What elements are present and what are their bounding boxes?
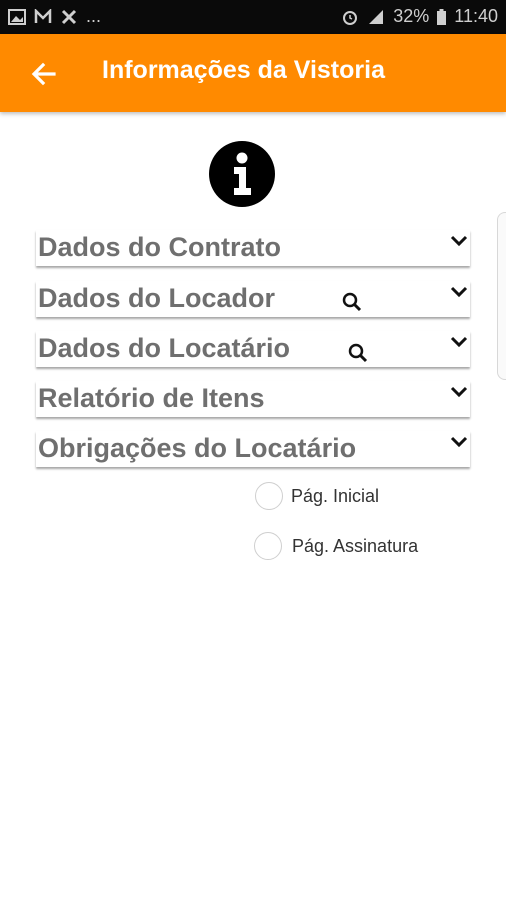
arrow-left-icon[interactable] bbox=[28, 58, 60, 90]
option-label: Pág. Assinatura bbox=[292, 535, 419, 556]
chevron-down-icon bbox=[450, 386, 468, 398]
battery-icon bbox=[437, 8, 447, 25]
section-obrigacoes-do-locatario[interactable]: Obrigações do Locatário bbox=[36, 431, 470, 467]
chevron-down-icon bbox=[450, 286, 468, 298]
radio-button[interactable] bbox=[254, 532, 282, 560]
section-dados-do-locador[interactable]: Dados do Locador bbox=[36, 281, 470, 317]
section-label: Dados do Contrato bbox=[38, 232, 281, 262]
info-icon bbox=[209, 141, 275, 207]
section-label: Dados do Locatário bbox=[38, 333, 291, 363]
status-bar: ... 32% 11:40 bbox=[0, 0, 506, 34]
search-icon[interactable] bbox=[348, 343, 368, 363]
signal-icon bbox=[369, 9, 384, 24]
section-relatorio-de-itens[interactable]: Relatório de Itens bbox=[36, 381, 470, 417]
section-label: Obrigações do Locatário bbox=[38, 433, 357, 463]
section-dados-do-locatario[interactable]: Dados do Locatário bbox=[36, 331, 470, 367]
app-bar: Informações da Vistoria bbox=[0, 34, 506, 112]
battery-level: 32% bbox=[393, 6, 430, 26]
notification-ellipsis: ... bbox=[86, 6, 102, 26]
chevron-down-icon bbox=[450, 235, 468, 247]
page-title: Informações da Vistoria bbox=[102, 56, 385, 84]
option-pag-inicial[interactable]: Pág. Inicial bbox=[255, 482, 379, 510]
gallery-icon bbox=[8, 8, 26, 25]
section-label: Relatório de Itens bbox=[38, 383, 265, 413]
radio-button[interactable] bbox=[255, 482, 283, 510]
mail-icon bbox=[34, 8, 52, 23]
option-label: Pág. Inicial bbox=[291, 485, 380, 506]
option-pag-assinatura[interactable]: Pág. Assinatura bbox=[254, 532, 418, 560]
clock: 11:40 bbox=[454, 6, 498, 26]
chevron-down-icon bbox=[450, 336, 468, 348]
section-label: Dados do Locador bbox=[38, 283, 276, 313]
alarm-icon bbox=[343, 10, 358, 25]
chevron-down-icon bbox=[450, 436, 468, 448]
section-dados-do-contrato[interactable]: Dados do Contrato bbox=[36, 230, 470, 266]
search-icon[interactable] bbox=[342, 292, 362, 312]
edge-panel-handle[interactable] bbox=[497, 212, 506, 380]
close-icon bbox=[61, 9, 77, 24]
